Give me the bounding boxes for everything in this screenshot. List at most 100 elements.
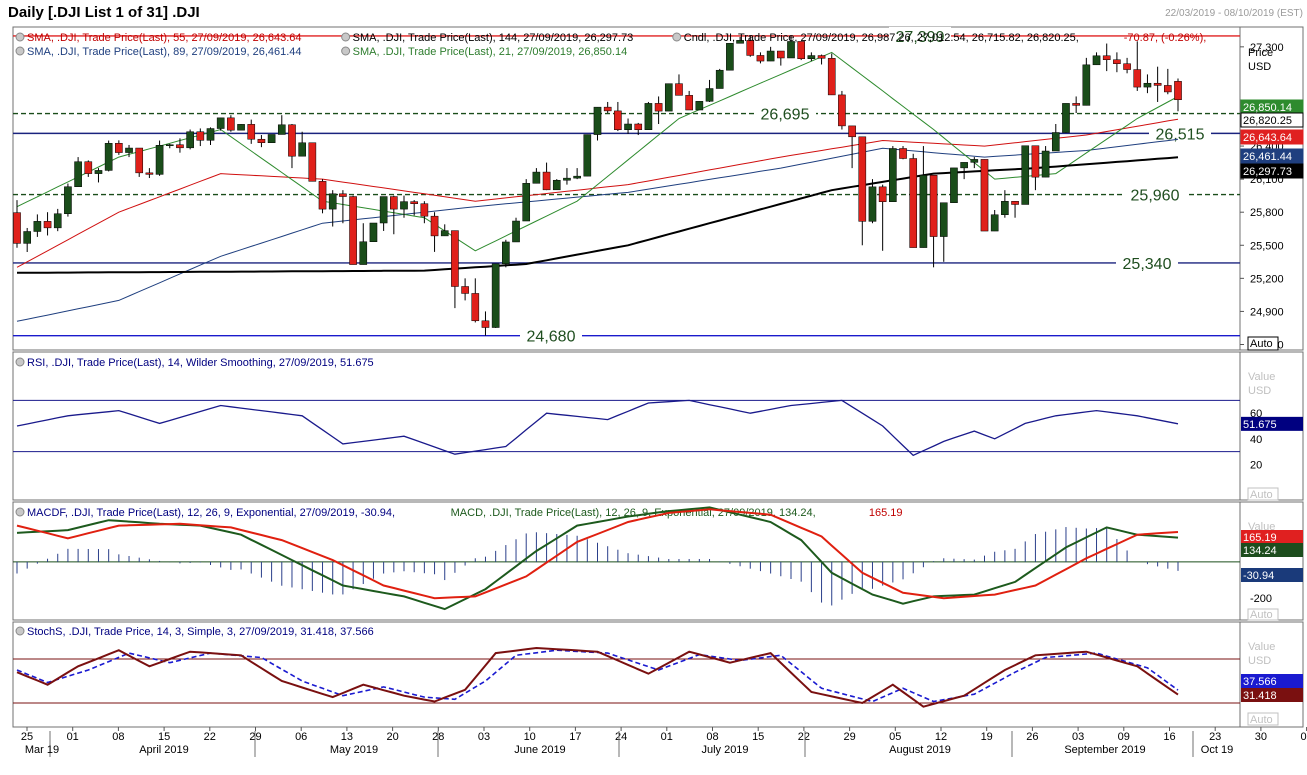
- candle[interactable]: [135, 147, 144, 177]
- candle[interactable]: [889, 146, 897, 202]
- candle[interactable]: [267, 134, 276, 144]
- candle-body: [980, 159, 989, 232]
- candle-body: [13, 212, 21, 244]
- candle[interactable]: [155, 140, 164, 176]
- level-label-25,340: 25,340: [1123, 256, 1172, 273]
- candle[interactable]: [522, 179, 531, 222]
- price-tick-label: 25,200: [1250, 273, 1284, 285]
- price-panel-axis: [1239, 26, 1304, 351]
- candle-body: [1082, 64, 1091, 106]
- candle-body: [461, 286, 469, 294]
- price-tag-label: 26,850.14: [1243, 102, 1292, 114]
- candle-body: [685, 95, 693, 111]
- legend-price: SMA, .DJI, Trade Price(Last), 21, 27/09/…: [353, 46, 628, 58]
- candle-body: [328, 193, 337, 210]
- candle-body: [603, 106, 612, 112]
- x-day-label: 13: [341, 731, 353, 743]
- candle-body: [206, 128, 215, 141]
- candle[interactable]: [695, 101, 704, 111]
- rsi-tick-label: 20: [1250, 459, 1262, 471]
- candle[interactable]: [664, 83, 673, 112]
- candle[interactable]: [104, 140, 113, 172]
- candle[interactable]: [227, 115, 235, 132]
- candle-body: [1021, 145, 1030, 205]
- candle-body: [868, 186, 877, 222]
- candle[interactable]: [74, 157, 82, 187]
- x-day-label: 22: [798, 731, 810, 743]
- candle[interactable]: [318, 179, 327, 214]
- x-day-label: 08: [706, 731, 718, 743]
- chart-canvas[interactable]: 27,39926,69526,51525,96025,34024,680Pric…: [0, 0, 1307, 775]
- candle[interactable]: [552, 179, 561, 191]
- legend-rsi: RSI, .DJI, Trade Price(Last), 14, Wilder…: [27, 357, 374, 369]
- rsi-auto-label: Auto: [1250, 489, 1273, 501]
- candle-body: [145, 172, 154, 175]
- legend-price: -70.87, (-0.26%),: [1124, 32, 1207, 44]
- x-day-label: 16: [1163, 731, 1175, 743]
- candle-body: [471, 293, 480, 322]
- candle[interactable]: [827, 53, 836, 96]
- candle[interactable]: [726, 43, 734, 71]
- legend-price: SMA, .DJI, Trade Price(Last), 55, 27/09/…: [27, 32, 302, 44]
- candle-body: [899, 148, 907, 159]
- candle-body: [451, 230, 459, 287]
- candle-body: [970, 159, 979, 163]
- price-panel[interactable]: [12, 26, 1241, 351]
- candle-body: [308, 142, 317, 182]
- stoch-axis-value: Value: [1248, 641, 1275, 653]
- x-day-label: 10: [524, 731, 536, 743]
- candle[interactable]: [237, 124, 245, 131]
- legend-price: SMA, .DJI, Trade Price(Last), 89, 27/09/…: [27, 46, 302, 58]
- candle-body: [1011, 201, 1019, 205]
- candle[interactable]: [950, 167, 958, 203]
- x-day-label: 23: [1209, 731, 1221, 743]
- candle[interactable]: [64, 183, 72, 217]
- candle[interactable]: [1082, 57, 1091, 106]
- candle-body: [1113, 59, 1121, 64]
- candle-body: [1153, 82, 1162, 86]
- candle[interactable]: [1021, 145, 1030, 205]
- candle[interactable]: [797, 41, 805, 61]
- x-day-label: 07: [1300, 731, 1307, 743]
- candle[interactable]: [502, 239, 510, 268]
- candle-body: [512, 220, 520, 243]
- candle-body: [155, 145, 164, 175]
- candle[interactable]: [491, 263, 500, 328]
- candle-body: [563, 177, 571, 181]
- candle-body: [858, 136, 867, 222]
- candle-body: [848, 125, 856, 138]
- candle-body: [1051, 132, 1060, 152]
- candle-body: [695, 101, 704, 111]
- candle-body: [74, 161, 82, 187]
- candle[interactable]: [512, 217, 520, 243]
- candle-body: [491, 263, 500, 328]
- candle[interactable]: [186, 129, 194, 150]
- candle[interactable]: [216, 117, 225, 131]
- x-day-label: 17: [569, 731, 581, 743]
- candle[interactable]: [715, 68, 724, 89]
- candle[interactable]: [980, 159, 989, 232]
- candle-body: [827, 58, 836, 96]
- candle[interactable]: [583, 134, 592, 177]
- candle-body: [176, 144, 184, 149]
- candle-body: [950, 167, 958, 203]
- candle[interactable]: [1062, 103, 1070, 133]
- candle[interactable]: [308, 142, 317, 182]
- candle[interactable]: [369, 222, 378, 242]
- legend-icon: [15, 357, 25, 367]
- candle[interactable]: [349, 195, 357, 265]
- candle[interactable]: [909, 153, 918, 248]
- candle[interactable]: [644, 101, 653, 130]
- candle-body: [318, 181, 327, 210]
- x-day-label: 03: [478, 731, 490, 743]
- candle-body: [1062, 103, 1070, 133]
- candle[interactable]: [838, 90, 846, 130]
- x-day-label: 09: [1118, 731, 1130, 743]
- candle-body: [1031, 145, 1040, 178]
- candle-body: [1174, 81, 1182, 101]
- rsi-axis-currency: USD: [1248, 385, 1271, 397]
- candle-body: [522, 183, 531, 222]
- rsi-panel[interactable]: [12, 351, 1241, 501]
- candle-body: [654, 103, 663, 112]
- candle-body: [481, 320, 490, 328]
